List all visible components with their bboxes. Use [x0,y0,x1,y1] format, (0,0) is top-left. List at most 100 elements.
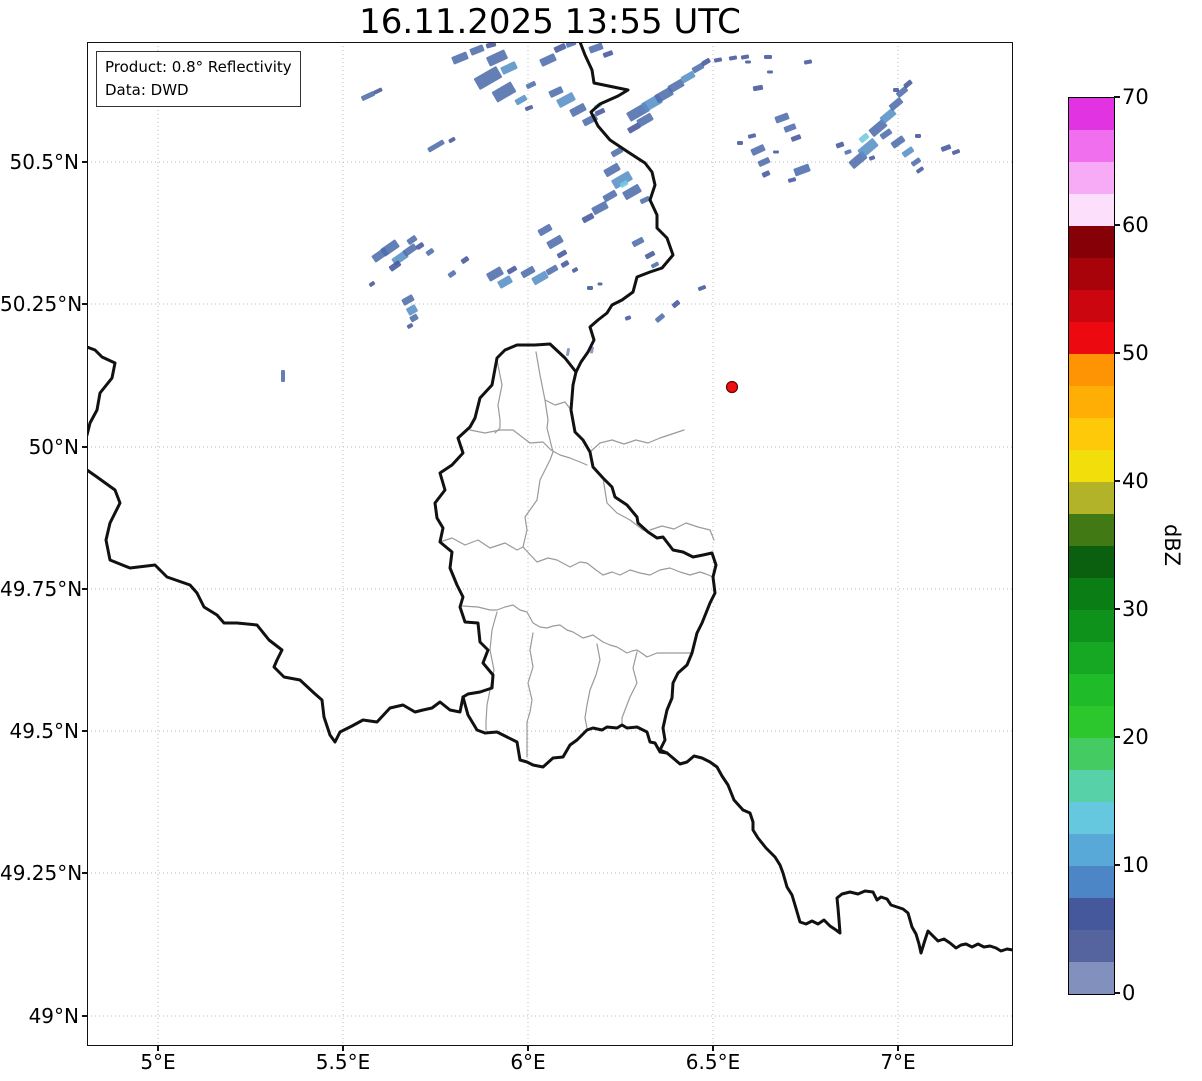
colorbar-segment [1069,834,1114,866]
colorbar-segment [1069,450,1114,482]
colorbar-segment [1069,130,1114,162]
colorbar [1068,97,1115,995]
radar-echo [624,315,631,321]
x-tick-label: 7°E [880,1050,915,1074]
radar-echo [714,57,723,62]
district-border [590,430,684,452]
colorbar-segments [1069,98,1114,994]
colorbar-segment [1069,290,1114,322]
colorbar-segment [1069,578,1114,610]
radar-echo [893,88,899,92]
national-border [87,347,115,435]
radar-echo [868,155,875,161]
radar-echo [581,213,594,224]
radar-echo [753,85,764,92]
district-border [622,652,637,725]
radar-echo [698,285,707,291]
figure-title: 16.11.2025 13:55 UTC [87,0,1013,42]
colorbar-axis-label: dBZ [1160,524,1184,566]
radar-echo [602,189,618,202]
radar-echo [588,42,604,53]
colorbar-tick-label: 70 [1122,85,1149,109]
district-border [470,430,551,450]
y-tick-label: 49.5°N [0,719,79,743]
radar-echo [603,163,621,178]
radar-echo [451,51,469,64]
y-tick-mark [82,1015,87,1016]
radar-echo [644,250,655,259]
product-info-box: Product: 0.8° Reflectivity Data: DWD [96,51,301,107]
y-tick-label: 49.75°N [0,577,79,601]
radar-echo [804,59,813,64]
radar-echo [745,61,751,64]
radar-echo [910,157,921,167]
colorbar-segment [1069,898,1114,930]
colorbar-segment [1069,258,1114,290]
y-tick-label: 49.25°N [0,861,79,885]
y-tick-mark [82,730,87,731]
district-border [440,538,523,550]
colorbar-segment [1069,98,1114,130]
colorbar-tick-mark [1114,608,1120,609]
radar-echo [671,300,680,309]
radar-echo [835,141,844,148]
radar-echo [915,134,921,138]
y-tick-mark [82,161,87,162]
colorbar-segment [1069,546,1114,578]
radar-echo [548,86,564,98]
colorbar-tick-mark [1114,352,1120,353]
radar-echo [361,91,376,101]
radar-echo [497,275,513,289]
radar-echo [655,313,666,323]
radar-echo [790,134,801,142]
radar-echo [940,144,951,152]
colorbar-segment [1069,706,1114,738]
colorbar-segment [1069,610,1114,642]
radar-echo [901,146,914,158]
radar-echo [556,249,567,258]
radar-echo [764,55,772,59]
radar-echo [602,50,613,58]
y-tick-label: 50.25°N [0,292,79,316]
radar-echo [447,270,456,279]
radar-echo [460,256,469,265]
radar-echo [486,42,497,49]
national-border [571,42,716,753]
colorbar-segment [1069,674,1114,706]
radar-echo [598,283,603,286]
radar-echo [520,265,536,278]
radar-echo [473,66,502,90]
colorbar-tick-label: 10 [1122,853,1149,877]
x-tick-label: 6°E [510,1050,545,1074]
data-source-label: Data: DWD [105,79,292,102]
colorbar-segment [1069,482,1114,514]
y-tick-mark [82,588,87,589]
weather-radar-figure: 16.11.2025 13:55 UTC Product: 0.8° Refle… [0,0,1202,1081]
national-border [463,697,667,767]
radar-echo [368,281,375,288]
colorbar-tick-label: 20 [1122,725,1149,749]
radar-echo [560,260,569,268]
national-border [87,470,463,742]
colorbar-segment [1069,514,1114,546]
national-border [667,753,1013,953]
radar-echo [406,304,419,316]
colorbar-tick-label: 30 [1122,597,1149,621]
radar-echo [737,141,743,145]
y-tick-mark [82,446,87,447]
radar-echo [469,44,485,56]
radar-echo [952,149,961,155]
radar-echo [565,42,576,48]
colorbar-tick-label: 60 [1122,213,1149,237]
y-tick-mark [82,303,87,304]
district-border [523,352,553,547]
colorbar-segment [1069,770,1114,802]
radar-echo [406,323,413,329]
colorbar-segment [1069,354,1114,386]
radar-echo [767,71,773,74]
radar-echo [591,201,609,216]
radar-echo [553,43,566,54]
radar-echo [844,149,852,155]
radar-echo [773,151,779,154]
colorbar-segment [1069,418,1114,450]
